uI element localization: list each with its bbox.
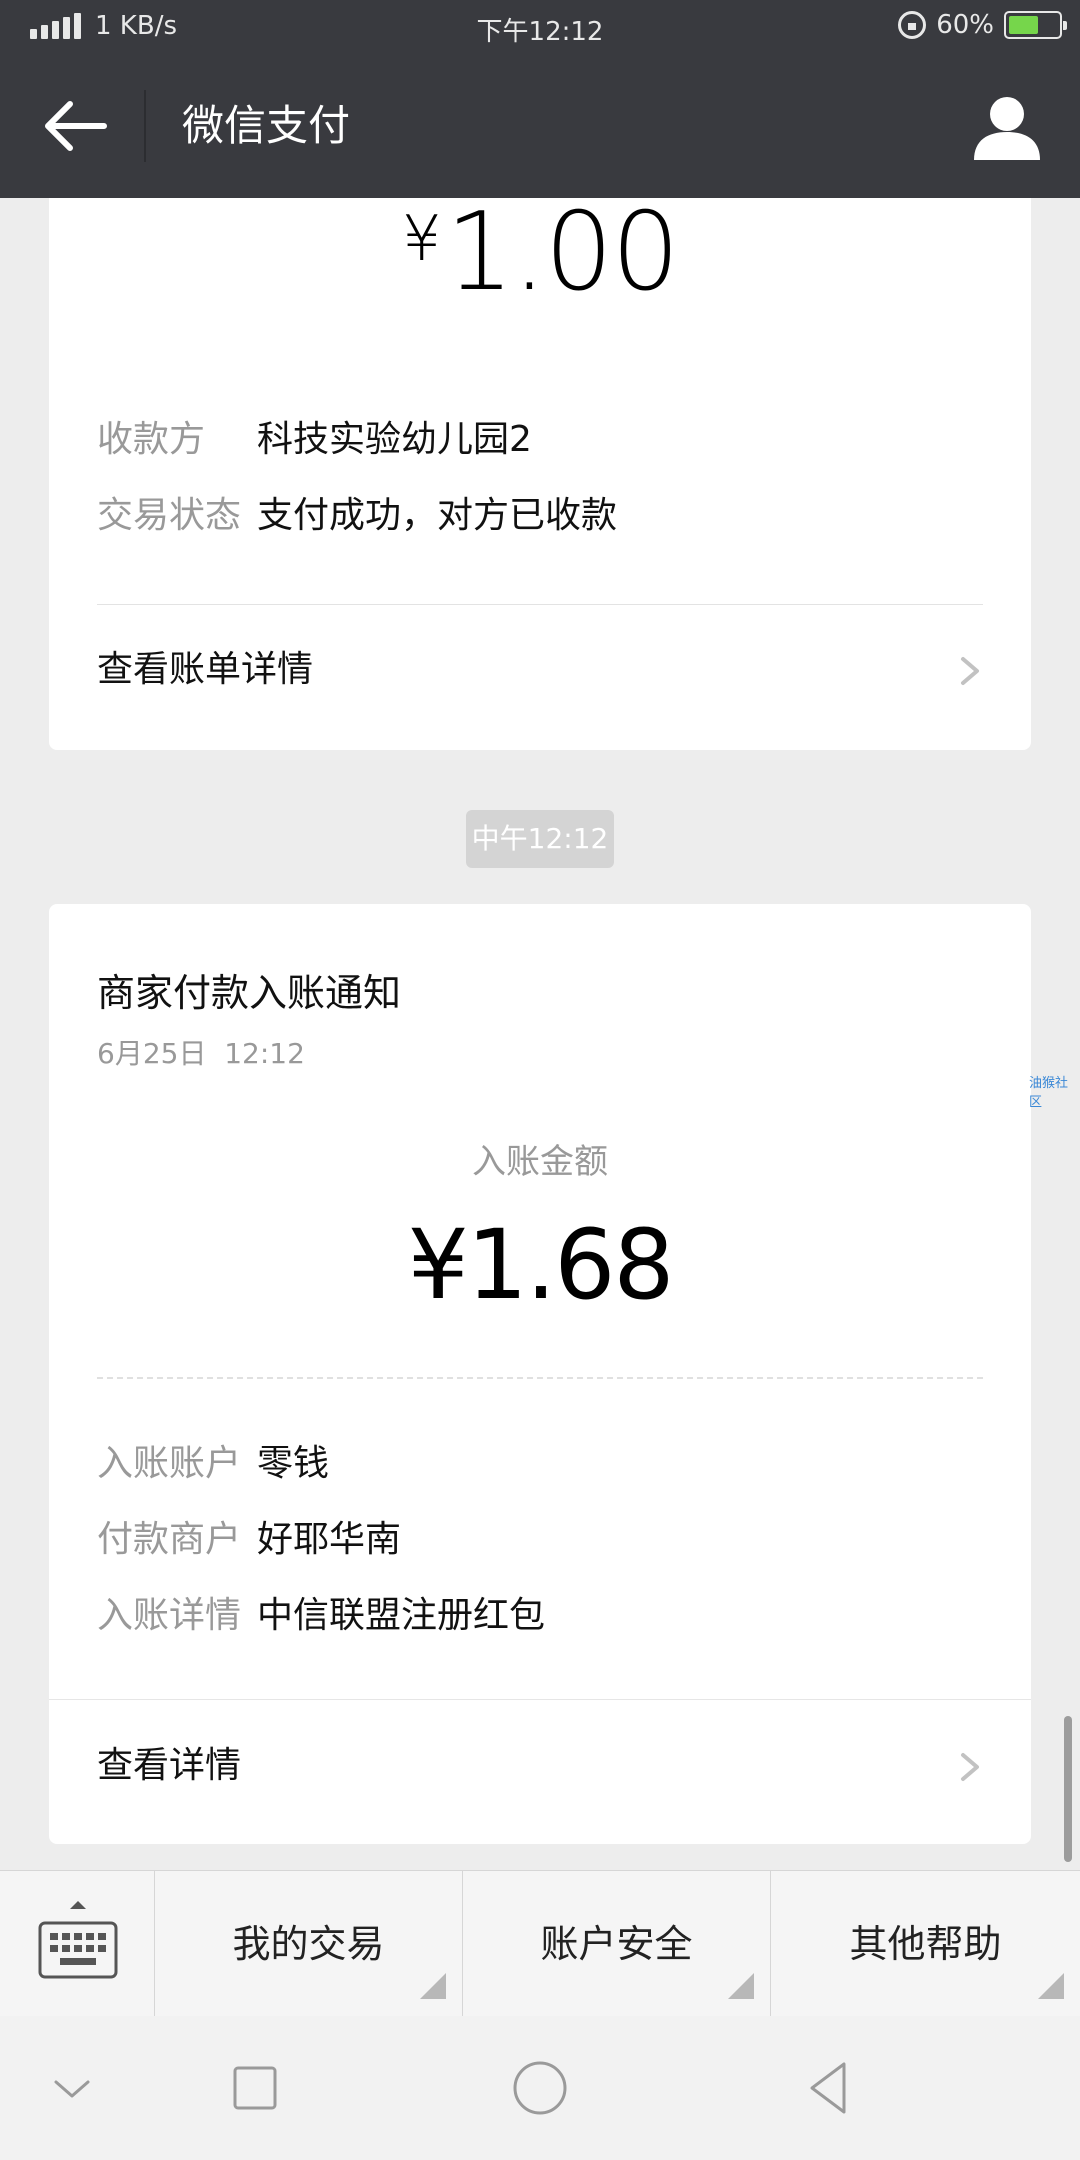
view-detail-link[interactable]: 查看详情 xyxy=(97,1742,983,1790)
view-bill-detail-link[interactable]: 查看账单详情 xyxy=(97,646,983,694)
app-header: 微信支付 xyxy=(0,54,1080,198)
status-row: 交易状态 支付成功，对方已收款 xyxy=(97,492,617,540)
link-label: 查看账单详情 xyxy=(97,649,314,690)
header-divider xyxy=(144,90,146,162)
account-label: 入账账户 xyxy=(97,1443,242,1484)
divider xyxy=(97,604,983,605)
amount-value: 1.00 xyxy=(445,190,679,315)
link-label: 查看详情 xyxy=(97,1745,242,1786)
status-value: 支付成功，对方已收款 xyxy=(257,495,618,536)
account-value: 零钱 xyxy=(257,1443,330,1484)
detail-value: 中信联盟注册红包 xyxy=(257,1595,546,1636)
menu-label: 其他帮助 xyxy=(849,1922,1002,1966)
page-title: 微信支付 xyxy=(182,101,351,150)
detail-label: 入账详情 xyxy=(97,1595,242,1636)
menu-my-transactions[interactable]: 我的交易 xyxy=(155,1871,463,2017)
divider xyxy=(49,1699,1031,1700)
currency-symbol: ¥ xyxy=(402,202,441,275)
amount-label: 入账金额 xyxy=(472,1142,608,1182)
status-bar: 1 KB/s 下午12:12 60% xyxy=(0,0,1080,54)
payee-value: 科技实验幼儿园2 xyxy=(257,419,532,460)
payee-row: 收款方 科技实验幼儿园2 xyxy=(97,416,532,464)
merchant-row: 付款商户 好耶华南 xyxy=(97,1516,401,1564)
merchant-label: 付款商户 xyxy=(97,1519,242,1560)
detail-row: 入账详情 中信联盟注册红包 xyxy=(97,1592,545,1640)
submenu-indicator-icon xyxy=(1038,1973,1064,1999)
submenu-indicator-icon xyxy=(420,1973,446,1999)
person-icon[interactable] xyxy=(972,94,1042,160)
notice-date: 6月25日 12:12 xyxy=(97,1037,305,1070)
income-notice-card: 商家付款入账通知 6月25日 12:12 入账金额 ¥1.68 入账账户 零钱 … xyxy=(49,904,1031,1844)
menu-label: 账户安全 xyxy=(540,1922,693,1966)
rotation-lock-icon xyxy=(898,11,927,39)
battery-icon xyxy=(1004,11,1067,39)
message-time: 中午12:12 xyxy=(466,810,614,868)
keyboard-toggle-button[interactable] xyxy=(0,1871,155,2017)
account-row: 入账账户 零钱 xyxy=(97,1440,329,1488)
nav-down-icon[interactable] xyxy=(40,2056,104,2120)
battery-percent: 60% xyxy=(936,10,994,40)
back-triangle-icon[interactable] xyxy=(798,2056,862,2120)
bottom-menu: 我的交易 账户安全 其他帮助 xyxy=(0,1870,1080,2017)
scrollbar[interactable] xyxy=(1064,1716,1072,1862)
menu-other-help[interactable]: 其他帮助 xyxy=(771,1871,1080,2017)
status-label: 交易状态 xyxy=(97,495,242,536)
back-arrow-icon[interactable] xyxy=(40,98,110,154)
payee-label: 收款方 xyxy=(97,419,206,460)
chevron-right-icon xyxy=(961,1753,979,1781)
income-amount: ¥1.68 xyxy=(407,1209,675,1321)
watermark-text: 油猴社区 xyxy=(1029,1076,1069,1110)
recents-square-icon[interactable] xyxy=(223,2056,287,2120)
system-nav-bar xyxy=(0,2016,1080,2160)
dashed-divider xyxy=(97,1377,983,1379)
submenu-indicator-icon xyxy=(728,1973,754,1999)
notice-title: 商家付款入账通知 xyxy=(97,971,402,1015)
payment-amount: ¥1.00 xyxy=(49,198,1031,308)
chevron-right-icon xyxy=(961,657,979,685)
payment-card: ¥1.00 收款方 科技实验幼儿园2 交易状态 支付成功，对方已收款 查看账单详… xyxy=(49,198,1031,750)
menu-label: 我的交易 xyxy=(232,1922,385,1966)
keyboard-icon xyxy=(38,1901,118,1979)
merchant-value: 好耶华南 xyxy=(257,1519,402,1560)
home-circle-icon[interactable] xyxy=(508,2056,572,2120)
menu-account-security[interactable]: 账户安全 xyxy=(463,1871,771,2017)
